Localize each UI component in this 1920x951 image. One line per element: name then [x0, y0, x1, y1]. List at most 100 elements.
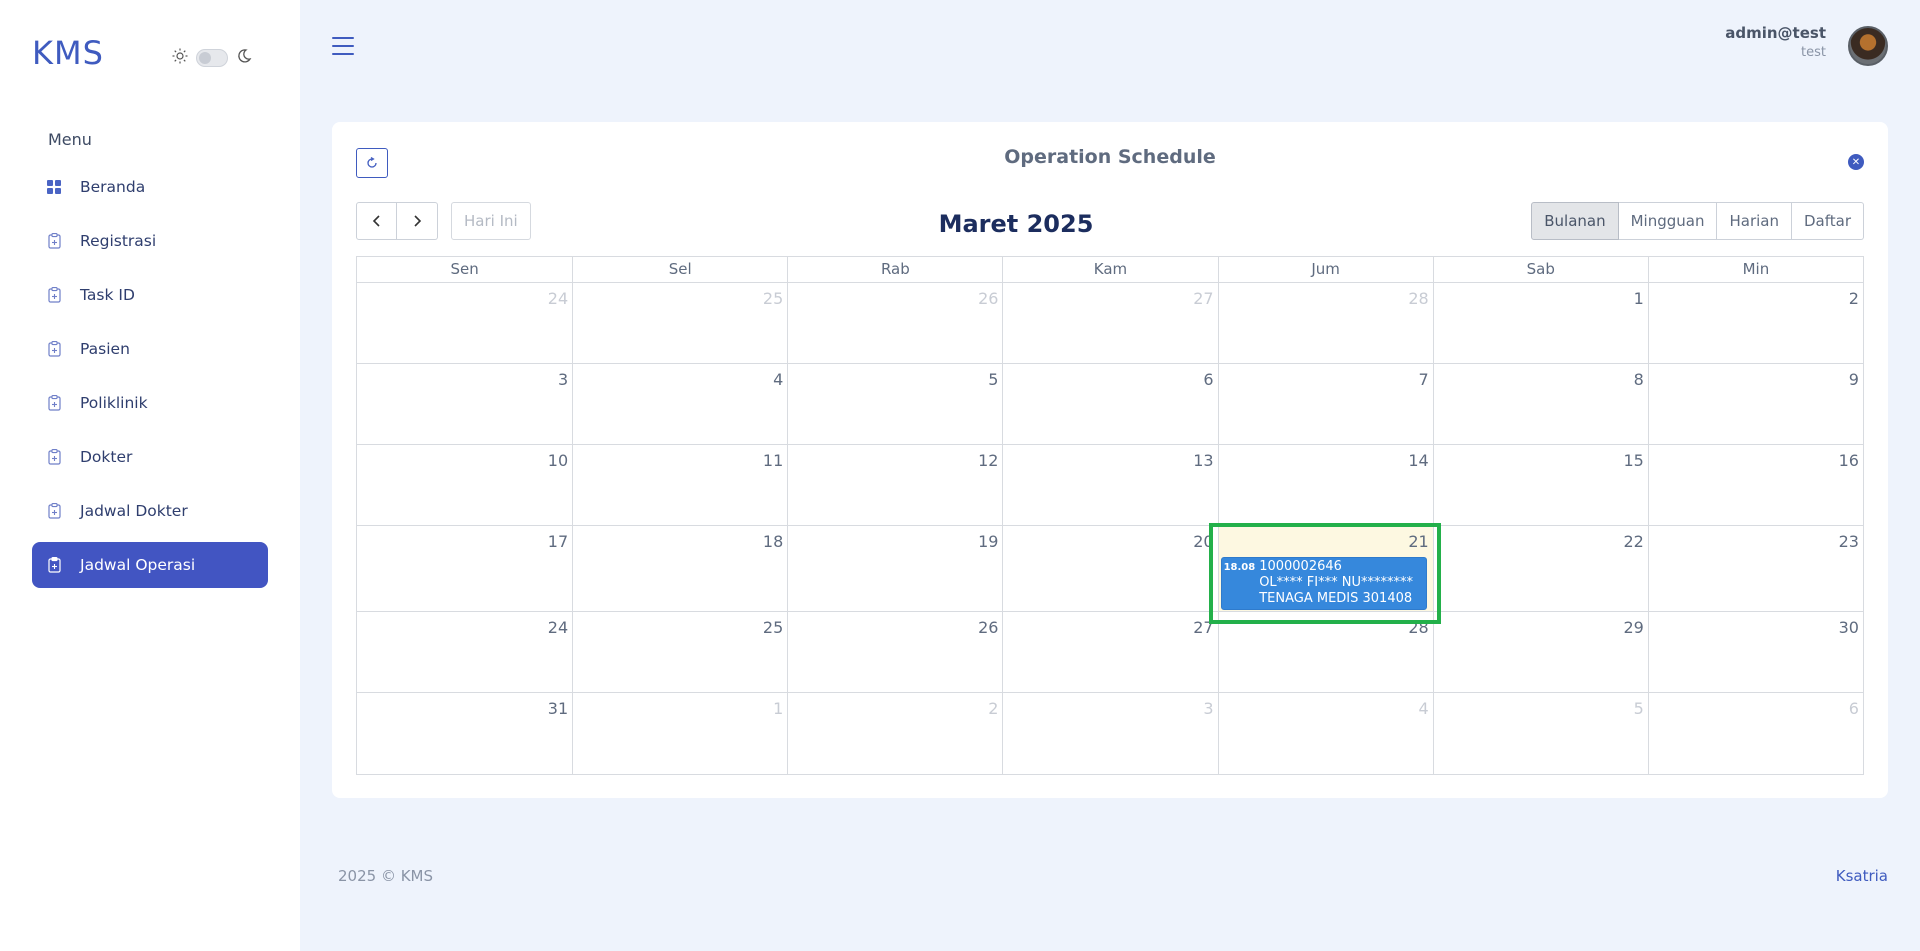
calendar-day-cell[interactable]: 4 — [1217, 693, 1433, 774]
calendar-day-cell[interactable]: 27 — [1002, 283, 1217, 363]
sidebar-item-beranda[interactable]: Beranda — [32, 164, 268, 210]
calendar-day-cell[interactable]: 2 — [1647, 283, 1863, 363]
calendar-day-cell[interactable]: 28 — [1217, 283, 1433, 363]
calendar-day-cell[interactable]: 20 — [1002, 526, 1217, 611]
view-mingguan-button[interactable]: Mingguan — [1618, 202, 1718, 240]
day-number[interactable]: 4 — [1419, 699, 1429, 718]
calendar-day-cell[interactable]: 2 — [787, 693, 1002, 774]
day-number[interactable]: 3 — [1203, 699, 1213, 718]
day-number[interactable]: 30 — [1839, 618, 1859, 637]
day-number[interactable]: 7 — [1419, 370, 1429, 389]
calendar-day-cell[interactable]: 22 — [1432, 526, 1648, 611]
calendar-day-cell[interactable]: 14 — [1217, 445, 1433, 525]
calendar-day-cell[interactable]: 26 — [787, 612, 1002, 692]
calendar-event[interactable]: 18.08 1000002646 OL**** FI*** NU******** TE… — [1220, 557, 1427, 610]
day-number[interactable]: 18 — [763, 532, 783, 551]
calendar-day-cell[interactable]: 10 — [357, 445, 572, 525]
day-number[interactable]: 3 — [558, 370, 568, 389]
sidebar-item-jadwal-dokter[interactable]: Jadwal Dokter — [32, 488, 268, 534]
sidebar-item-poliklinik[interactable]: Poliklinik — [32, 380, 268, 426]
day-number[interactable]: 25 — [763, 289, 783, 308]
calendar-day-cell[interactable]: 24 — [357, 283, 572, 363]
calendar-day-cell[interactable]: 28 — [1217, 612, 1433, 692]
sidebar-item-task-id[interactable]: Task ID — [32, 272, 268, 318]
close-icon[interactable]: ✕ — [1848, 154, 1864, 170]
calendar-day-cell[interactable]: 25 — [572, 283, 787, 363]
calendar-day-cell[interactable]: 9 — [1647, 364, 1863, 444]
day-number[interactable]: 2 — [988, 699, 998, 718]
calendar-day-cell[interactable]: 6 — [1002, 364, 1217, 444]
app-logo[interactable]: KMS — [32, 34, 104, 72]
menu-toggle-icon[interactable] — [332, 37, 354, 55]
day-number[interactable]: 23 — [1839, 532, 1859, 551]
calendar-day-cell[interactable]: 26 — [787, 283, 1002, 363]
day-number[interactable]: 21 — [1408, 532, 1428, 551]
user-info[interactable]: admin@test test — [1725, 24, 1826, 60]
day-number[interactable]: 28 — [1408, 289, 1428, 308]
view-bulanan-button[interactable]: Bulanan — [1531, 202, 1619, 240]
day-number[interactable]: 12 — [978, 451, 998, 470]
day-number[interactable]: 1 — [773, 699, 783, 718]
day-number[interactable]: 24 — [548, 289, 568, 308]
calendar-day-cell[interactable]: 31 — [357, 693, 572, 774]
calendar-day-cell[interactable]: 5 — [1432, 693, 1648, 774]
view-daftar-button[interactable]: Daftar — [1792, 202, 1864, 240]
calendar-day-cell[interactable]: 17 — [357, 526, 572, 611]
day-number[interactable]: 8 — [1634, 370, 1644, 389]
theme-toggle[interactable] — [196, 49, 228, 67]
calendar-day-cell[interactable]: 13 — [1002, 445, 1217, 525]
day-number[interactable]: 19 — [978, 532, 998, 551]
day-number[interactable]: 25 — [763, 618, 783, 637]
calendar-day-cell[interactable]: 7 — [1217, 364, 1433, 444]
day-number[interactable]: 10 — [548, 451, 568, 470]
day-number[interactable]: 22 — [1623, 532, 1643, 551]
day-number[interactable]: 5 — [988, 370, 998, 389]
calendar-day-cell[interactable]: 5 — [787, 364, 1002, 444]
calendar-day-cell[interactable]: 16 — [1647, 445, 1863, 525]
view-harian-button[interactable]: Harian — [1717, 202, 1792, 240]
calendar-day-cell[interactable]: 15 — [1432, 445, 1648, 525]
day-number[interactable]: 6 — [1203, 370, 1213, 389]
day-number[interactable]: 20 — [1193, 532, 1213, 551]
sidebar-item-pasien[interactable]: Pasien — [32, 326, 268, 372]
calendar-day-cell[interactable]: 1 — [572, 693, 787, 774]
day-number[interactable]: 4 — [773, 370, 783, 389]
day-number[interactable]: 27 — [1193, 289, 1213, 308]
calendar-day-cell[interactable]: 6 — [1647, 693, 1863, 774]
day-number[interactable]: 2 — [1849, 289, 1859, 308]
day-number[interactable]: 6 — [1849, 699, 1859, 718]
day-number[interactable]: 1 — [1634, 289, 1644, 308]
calendar-day-cell[interactable]: 8 — [1432, 364, 1648, 444]
sidebar-item-registrasi[interactable]: Registrasi — [32, 218, 268, 264]
calendar-day-cell[interactable]: 19 — [787, 526, 1002, 611]
avatar[interactable] — [1848, 26, 1888, 66]
calendar-day-cell[interactable]: 23 — [1647, 526, 1863, 611]
theme-switch[interactable] — [172, 48, 252, 68]
day-number[interactable]: 5 — [1634, 699, 1644, 718]
sidebar-item-jadwal-operasi[interactable]: Jadwal Operasi — [32, 542, 268, 588]
calendar-day-cell[interactable]: 29 — [1432, 612, 1648, 692]
day-number[interactable]: 26 — [978, 289, 998, 308]
day-number[interactable]: 24 — [548, 618, 568, 637]
day-number[interactable]: 29 — [1623, 618, 1643, 637]
day-number[interactable]: 14 — [1408, 451, 1428, 470]
calendar-day-cell[interactable]: 27 — [1002, 612, 1217, 692]
day-number[interactable]: 17 — [548, 532, 568, 551]
calendar-day-cell[interactable]: 3 — [1002, 693, 1217, 774]
day-number[interactable]: 28 — [1408, 618, 1428, 637]
calendar-day-cell[interactable]: 11 — [572, 445, 787, 525]
day-number[interactable]: 13 — [1193, 451, 1213, 470]
sidebar-item-dokter[interactable]: Dokter — [32, 434, 268, 480]
footer-credit-link[interactable]: Ksatria — [1836, 867, 1888, 885]
day-number[interactable]: 11 — [763, 451, 783, 470]
day-number[interactable]: 27 — [1193, 618, 1213, 637]
calendar-day-cell[interactable]: 1 — [1432, 283, 1648, 363]
day-number[interactable]: 9 — [1849, 370, 1859, 389]
calendar-day-cell[interactable]: 3 — [357, 364, 572, 444]
calendar-day-cell[interactable]: 30 — [1647, 612, 1863, 692]
day-number[interactable]: 15 — [1623, 451, 1643, 470]
calendar-day-cell-today[interactable]: 21 18.08 1000002646 OL**** FI*** NU********… — [1217, 526, 1433, 611]
calendar-day-cell[interactable]: 18 — [572, 526, 787, 611]
calendar-day-cell[interactable]: 24 — [357, 612, 572, 692]
day-number[interactable]: 31 — [548, 699, 568, 718]
